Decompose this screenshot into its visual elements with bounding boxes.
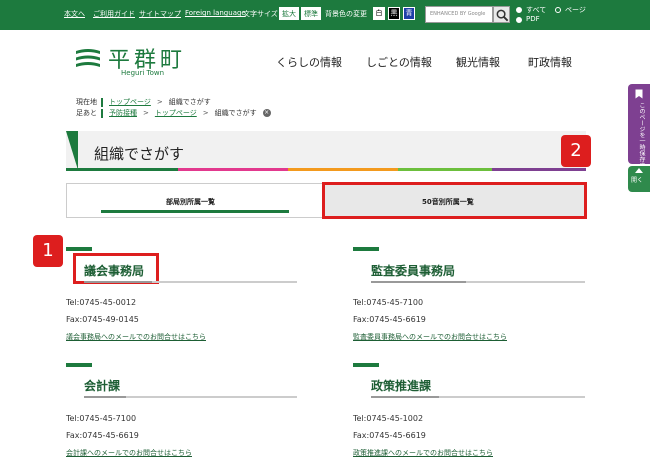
dept-tel: Tel:0745-45-0012 <box>66 298 137 307</box>
dept-fax: Fax:0745-45-6619 <box>353 315 426 324</box>
color-strip-orange <box>288 168 398 171</box>
scope-all-radio[interactable] <box>516 7 522 13</box>
color-strip-green <box>66 168 178 171</box>
close-icon[interactable]: × <box>262 109 271 117</box>
tab-by-department[interactable]: 部局別所属一覧 <box>166 197 215 207</box>
font-size-large-button[interactable]: 拡大 <box>279 7 299 20</box>
dept-fax: Fax:0745-49-0145 <box>66 315 139 324</box>
history-label: 足あと <box>76 109 97 117</box>
annotation-badge-2: 2 <box>561 135 591 167</box>
dept-mail-link[interactable]: 会計課へのメールでのお問合せはこちら <box>66 448 192 458</box>
town-logo-subtitle: Heguri Town <box>121 69 165 77</box>
dept-mail-link[interactable]: 議会事務局へのメールでのお問合せはこちら <box>66 332 206 342</box>
bookmark-icon <box>635 89 643 99</box>
top-utility-bar: 本文へ ご利用ガイド サイトマップ Foreign language 文字サイズ… <box>0 0 650 30</box>
dept-fax: Fax:0745-45-6619 <box>66 431 139 440</box>
dept-name-link[interactable]: 議会事務局 <box>84 262 144 279</box>
search-icon <box>496 9 509 22</box>
color-strip-pink <box>178 168 288 171</box>
dept-accent-bar <box>66 363 92 367</box>
breadcrumb-label: 現在地 <box>76 98 97 106</box>
dept-tel: Tel:0745-45-7100 <box>353 298 424 307</box>
annotation-badge-1: 1 <box>33 235 63 267</box>
open-label: 開く <box>631 177 644 184</box>
annotation-box-2 <box>322 182 587 219</box>
dept-accent-bar <box>353 247 379 251</box>
nav-living-info[interactable]: くらしの情報 <box>276 54 342 70</box>
scope-page-label: ページ <box>565 6 586 14</box>
dept-underline <box>371 281 466 283</box>
scope-all-label: すべて <box>526 6 547 14</box>
history-vaccination-link[interactable]: 予防接種 <box>109 109 137 117</box>
dept-accent-bar <box>353 363 379 367</box>
scope-pdf-radio[interactable] <box>516 17 522 23</box>
history-top-link[interactable]: トップページ <box>155 109 197 117</box>
bookmark-page-tab[interactable]: このページを一時保存する <box>628 84 650 174</box>
color-strip-purple <box>492 168 586 171</box>
bg-color-label: 背景色の変更 <box>325 10 367 18</box>
nav-town-admin-info[interactable]: 町政情報 <box>528 54 572 70</box>
town-logo-icon[interactable] <box>74 48 102 70</box>
search-button[interactable] <box>493 6 510 23</box>
dept-name-link[interactable]: 会計課 <box>84 377 120 394</box>
breadcrumb: 現在地 トップページ > 組織でさがす <box>76 97 211 107</box>
breadcrumb-current: 組織でさがす <box>168 98 211 106</box>
dept-mail-link[interactable]: 政策推進課へのメールでのお問合せはこちら <box>353 448 493 458</box>
foreign-language-link[interactable]: Foreign language <box>185 9 246 17</box>
dept-name-link[interactable]: 監査委員事務局 <box>371 262 455 279</box>
active-tab-indicator <box>101 210 289 213</box>
search-input[interactable]: ENHANCED BY Google <box>425 6 493 23</box>
bg-black-button[interactable]: 黒 <box>388 7 400 20</box>
dept-underline <box>371 396 439 398</box>
sitemap-link[interactable]: サイトマップ <box>139 9 181 19</box>
dept-name-link[interactable]: 政策推進課 <box>371 377 431 394</box>
dept-divider <box>152 281 297 283</box>
dept-accent-bar <box>66 247 92 251</box>
breadcrumb-top-link[interactable]: トップページ <box>109 98 151 106</box>
dept-mail-link[interactable]: 監査委員事務局へのメールでのお問合せはこちら <box>353 332 507 342</box>
dept-underline <box>84 396 126 398</box>
nav-work-info[interactable]: しごとの情報 <box>366 54 432 70</box>
dept-divider <box>126 396 297 398</box>
font-size-label: 文字サイズ <box>243 10 278 18</box>
dept-fax: Fax:0745-45-6619 <box>353 431 426 440</box>
arrow-up-icon <box>635 168 643 173</box>
dept-underline <box>84 281 152 283</box>
page-title: 組織でさがす <box>94 145 185 163</box>
dept-divider <box>466 281 585 283</box>
dept-tel: Tel:0745-45-7100 <box>66 414 137 423</box>
usage-guide-link[interactable]: ご利用ガイド <box>93 9 135 19</box>
dept-tel: Tel:0745-45-1002 <box>353 414 424 423</box>
history-current: 組織でさがす <box>214 109 257 117</box>
skip-to-content-link[interactable]: 本文へ <box>64 9 85 19</box>
bg-blue-button[interactable]: 青 <box>403 7 415 20</box>
history-breadcrumb: 足あと 予防接種 > トップページ > 組織でさがす × <box>76 108 271 118</box>
scope-page-radio[interactable] <box>555 7 561 13</box>
bg-white-button[interactable]: 白 <box>373 7 385 20</box>
font-size-standard-button[interactable]: 標準 <box>301 7 321 20</box>
title-accent-decoration <box>66 131 78 170</box>
dept-divider <box>439 396 585 398</box>
color-strip-lightgreen <box>398 168 492 171</box>
open-tab[interactable]: 開く <box>628 166 650 192</box>
bookmark-page-label: このページを一時保存する <box>638 102 645 174</box>
nav-tourism-info[interactable]: 観光情報 <box>456 54 500 70</box>
scope-pdf-label: PDF <box>526 15 540 23</box>
